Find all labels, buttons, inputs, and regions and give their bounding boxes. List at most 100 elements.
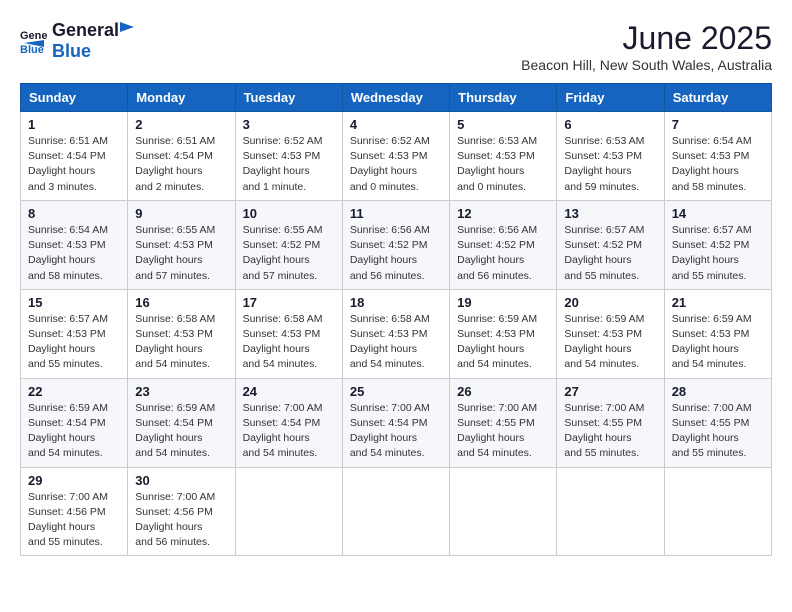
day-info: Sunrise: 6:58 AMSunset: 4:53 PMDaylight … xyxy=(135,312,227,373)
day-info: Sunrise: 7:00 AMSunset: 4:54 PMDaylight … xyxy=(350,401,442,462)
day-number: 28 xyxy=(672,384,764,399)
day-info: Sunrise: 6:57 AMSunset: 4:52 PMDaylight … xyxy=(672,223,764,284)
week-row-5: 29 Sunrise: 7:00 AMSunset: 4:56 PMDayligh… xyxy=(21,467,772,556)
day-cell: 24 Sunrise: 7:00 AMSunset: 4:54 PMDayligh… xyxy=(235,378,342,467)
day-number: 29 xyxy=(28,473,120,488)
day-number: 13 xyxy=(564,206,656,221)
day-number: 12 xyxy=(457,206,549,221)
day-info: Sunrise: 7:00 AMSunset: 4:56 PMDaylight … xyxy=(28,490,120,551)
week-row-4: 22 Sunrise: 6:59 AMSunset: 4:54 PMDayligh… xyxy=(21,378,772,467)
day-number: 5 xyxy=(457,117,549,132)
day-cell: 1 Sunrise: 6:51 AMSunset: 4:54 PMDaylight… xyxy=(21,112,128,201)
day-number: 24 xyxy=(243,384,335,399)
day-cell: 21 Sunrise: 6:59 AMSunset: 4:53 PMDayligh… xyxy=(664,289,771,378)
day-cell: 12 Sunrise: 6:56 AMSunset: 4:52 PMDayligh… xyxy=(450,200,557,289)
day-cell: 11 Sunrise: 6:56 AMSunset: 4:52 PMDayligh… xyxy=(342,200,449,289)
calendar-table: SundayMondayTuesdayWednesdayThursdayFrid… xyxy=(20,83,772,556)
header: General Blue General Blue June 2025 Beac… xyxy=(20,20,772,73)
day-cell: 8 Sunrise: 6:54 AMSunset: 4:53 PMDaylight… xyxy=(21,200,128,289)
header-friday: Friday xyxy=(557,84,664,112)
day-cell: 19 Sunrise: 6:59 AMSunset: 4:53 PMDayligh… xyxy=(450,289,557,378)
header-saturday: Saturday xyxy=(664,84,771,112)
day-cell xyxy=(557,467,664,556)
day-info: Sunrise: 7:00 AMSunset: 4:55 PMDaylight … xyxy=(564,401,656,462)
day-number: 23 xyxy=(135,384,227,399)
day-number: 2 xyxy=(135,117,227,132)
day-number: 15 xyxy=(28,295,120,310)
day-info: Sunrise: 6:56 AMSunset: 4:52 PMDaylight … xyxy=(457,223,549,284)
day-cell: 17 Sunrise: 6:58 AMSunset: 4:53 PMDayligh… xyxy=(235,289,342,378)
day-cell: 23Sunrise: 6:59 AMSunset: 4:54 PMDayligh… xyxy=(128,378,235,467)
logo: General Blue General Blue xyxy=(20,20,137,62)
day-info: Sunrise: 7:00 AMSunset: 4:54 PMDaylight … xyxy=(243,401,335,462)
day-number: 26 xyxy=(457,384,549,399)
day-info: Sunrise: 6:57 AMSunset: 4:53 PMDaylight … xyxy=(28,312,120,373)
day-info: Sunrise: 7:00 AMSunset: 4:55 PMDaylight … xyxy=(457,401,549,462)
day-info: Sunrise: 7:00 AMSunset: 4:56 PMDaylight … xyxy=(135,490,227,551)
day-cell: 5 Sunrise: 6:53 AMSunset: 4:53 PMDaylight… xyxy=(450,112,557,201)
location-title: Beacon Hill, New South Wales, Australia xyxy=(521,57,772,73)
day-cell: 6Sunrise: 6:53 AMSunset: 4:53 PMDaylight… xyxy=(557,112,664,201)
day-info: Sunrise: 6:59 AMSunset: 4:53 PMDaylight … xyxy=(457,312,549,373)
day-number: 30 xyxy=(135,473,227,488)
day-cell: 7Sunrise: 6:54 AMSunset: 4:53 PMDaylight… xyxy=(664,112,771,201)
day-number: 4 xyxy=(350,117,442,132)
day-info: Sunrise: 6:54 AMSunset: 4:53 PMDaylight … xyxy=(28,223,120,284)
day-info: Sunrise: 6:58 AMSunset: 4:53 PMDaylight … xyxy=(243,312,335,373)
week-row-3: 15 Sunrise: 6:57 AMSunset: 4:53 PMDayligh… xyxy=(21,289,772,378)
day-number: 1 xyxy=(28,117,120,132)
day-info: Sunrise: 6:51 AMSunset: 4:54 PMDaylight … xyxy=(28,134,120,195)
day-info: Sunrise: 7:00 AMSunset: 4:55 PMDaylight … xyxy=(672,401,764,462)
day-number: 16 xyxy=(135,295,227,310)
logo-flag-icon xyxy=(120,22,136,36)
day-number: 19 xyxy=(457,295,549,310)
day-info: Sunrise: 6:58 AMSunset: 4:53 PMDaylight … xyxy=(350,312,442,373)
day-number: 10 xyxy=(243,206,335,221)
day-info: Sunrise: 6:54 AMSunset: 4:53 PMDaylight … xyxy=(672,134,764,195)
logo-general: General xyxy=(52,20,119,41)
day-number: 22 xyxy=(28,384,120,399)
day-cell: 26 Sunrise: 7:00 AMSunset: 4:55 PMDayligh… xyxy=(450,378,557,467)
day-number: 6 xyxy=(564,117,656,132)
day-info: Sunrise: 6:55 AMSunset: 4:53 PMDaylight … xyxy=(135,223,227,284)
day-cell: 4 Sunrise: 6:52 AMSunset: 4:53 PMDaylight… xyxy=(342,112,449,201)
day-cell: 15 Sunrise: 6:57 AMSunset: 4:53 PMDayligh… xyxy=(21,289,128,378)
title-area: June 2025 Beacon Hill, New South Wales, … xyxy=(521,20,772,73)
day-cell xyxy=(450,467,557,556)
day-cell: 14 Sunrise: 6:57 AMSunset: 4:52 PMDayligh… xyxy=(664,200,771,289)
day-cell: 29 Sunrise: 7:00 AMSunset: 4:56 PMDayligh… xyxy=(21,467,128,556)
day-info: Sunrise: 6:52 AMSunset: 4:53 PMDaylight … xyxy=(243,134,335,195)
day-number: 11 xyxy=(350,206,442,221)
day-number: 14 xyxy=(672,206,764,221)
day-info: Sunrise: 6:53 AMSunset: 4:53 PMDaylight … xyxy=(457,134,549,195)
logo-blue: Blue xyxy=(52,41,91,61)
day-cell: 10 Sunrise: 6:55 AMSunset: 4:52 PMDayligh… xyxy=(235,200,342,289)
day-cell: 20Sunrise: 6:59 AMSunset: 4:53 PMDayligh… xyxy=(557,289,664,378)
header-wednesday: Wednesday xyxy=(342,84,449,112)
day-number: 8 xyxy=(28,206,120,221)
day-number: 3 xyxy=(243,117,335,132)
day-cell: 30 Sunrise: 7:00 AMSunset: 4:56 PMDayligh… xyxy=(128,467,235,556)
day-info: Sunrise: 6:55 AMSunset: 4:52 PMDaylight … xyxy=(243,223,335,284)
calendar-header-row: SundayMondayTuesdayWednesdayThursdayFrid… xyxy=(21,84,772,112)
day-number: 21 xyxy=(672,295,764,310)
logo-icon: General Blue xyxy=(20,27,48,55)
day-info: Sunrise: 6:59 AMSunset: 4:53 PMDaylight … xyxy=(672,312,764,373)
day-number: 17 xyxy=(243,295,335,310)
day-cell: 27Sunrise: 7:00 AMSunset: 4:55 PMDayligh… xyxy=(557,378,664,467)
day-number: 18 xyxy=(350,295,442,310)
header-monday: Monday xyxy=(128,84,235,112)
day-info: Sunrise: 6:51 AMSunset: 4:54 PMDaylight … xyxy=(135,134,227,195)
day-info: Sunrise: 6:57 AMSunset: 4:52 PMDaylight … xyxy=(564,223,656,284)
day-cell: 22 Sunrise: 6:59 AMSunset: 4:54 PMDayligh… xyxy=(21,378,128,467)
day-cell: 2 Sunrise: 6:51 AMSunset: 4:54 PMDaylight… xyxy=(128,112,235,201)
week-row-2: 8 Sunrise: 6:54 AMSunset: 4:53 PMDaylight… xyxy=(21,200,772,289)
day-info: Sunrise: 6:56 AMSunset: 4:52 PMDaylight … xyxy=(350,223,442,284)
day-cell: 16 Sunrise: 6:58 AMSunset: 4:53 PMDayligh… xyxy=(128,289,235,378)
day-cell: 3 Sunrise: 6:52 AMSunset: 4:53 PMDaylight… xyxy=(235,112,342,201)
week-row-1: 1 Sunrise: 6:51 AMSunset: 4:54 PMDaylight… xyxy=(21,112,772,201)
day-number: 25 xyxy=(350,384,442,399)
day-info: Sunrise: 6:59 AMSunset: 4:54 PMDaylight … xyxy=(28,401,120,462)
day-cell xyxy=(342,467,449,556)
day-info: Sunrise: 6:52 AMSunset: 4:53 PMDaylight … xyxy=(350,134,442,195)
